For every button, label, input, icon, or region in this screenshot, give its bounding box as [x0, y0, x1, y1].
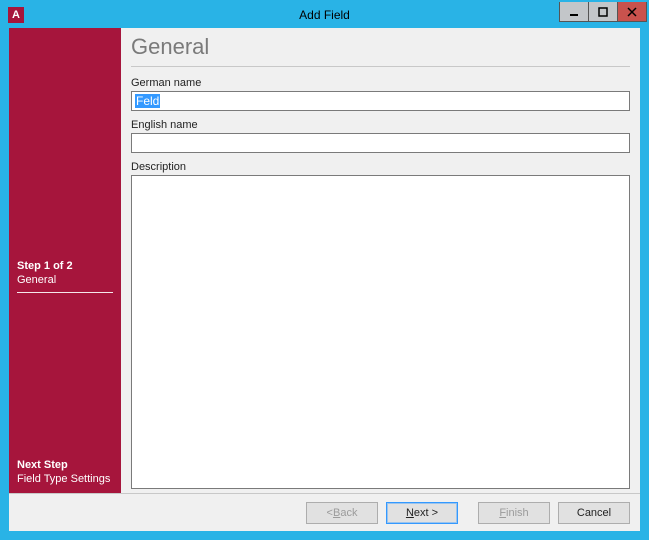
finish-button[interactable]: Finish — [478, 502, 550, 524]
german-name-label: German name — [131, 77, 630, 89]
upper-area: Step 1 of 2 General Next Step Field Type… — [9, 28, 640, 493]
next-button[interactable]: Next > — [386, 502, 458, 524]
window-frame: A Add Field Step 1 of 2 General — [0, 0, 649, 540]
main-panel: General German name Feld English name De… — [121, 28, 640, 493]
step-name: General — [17, 274, 113, 286]
english-name-input[interactable] — [131, 133, 630, 153]
next-step-title: Next Step — [17, 459, 113, 471]
app-icon-letter: A — [12, 9, 20, 21]
app-icon: A — [8, 7, 24, 23]
back-button[interactable]: < Back — [306, 502, 378, 524]
back-label-mn: B — [333, 507, 340, 519]
maximize-button[interactable] — [588, 2, 618, 22]
wizard-sidebar: Step 1 of 2 General Next Step Field Type… — [9, 28, 121, 493]
minimize-button[interactable] — [559, 2, 589, 22]
close-button[interactable] — [617, 2, 647, 22]
finish-label-mn: F — [499, 507, 506, 519]
english-name-label: English name — [131, 119, 630, 131]
cancel-label: Cancel — [577, 507, 611, 519]
next-label-suffix: ext > — [414, 507, 438, 519]
cancel-button[interactable]: Cancel — [558, 502, 630, 524]
next-step-block: Next Step Field Type Settings — [17, 459, 113, 485]
titlebar: A Add Field — [2, 2, 647, 28]
window-controls — [560, 2, 647, 22]
wizard-button-row: < Back Next > Finish Cancel — [9, 493, 640, 531]
description-textarea[interactable] — [131, 175, 630, 489]
current-step-block: Step 1 of 2 General — [17, 260, 113, 293]
client-area: Step 1 of 2 General Next Step Field Type… — [9, 28, 640, 531]
german-name-value: Feld — [135, 94, 160, 108]
description-label: Description — [131, 161, 630, 173]
page-title: General — [131, 28, 630, 66]
step-divider — [17, 292, 113, 293]
next-label-mn: N — [406, 507, 414, 519]
header-divider — [131, 66, 630, 67]
window-title: Add Field — [2, 8, 647, 22]
back-label-suffix: ack — [340, 507, 357, 519]
finish-label-suffix: inish — [506, 507, 529, 519]
german-name-input[interactable]: Feld — [131, 91, 630, 111]
step-counter: Step 1 of 2 — [17, 260, 113, 272]
next-step-name: Field Type Settings — [17, 473, 113, 485]
